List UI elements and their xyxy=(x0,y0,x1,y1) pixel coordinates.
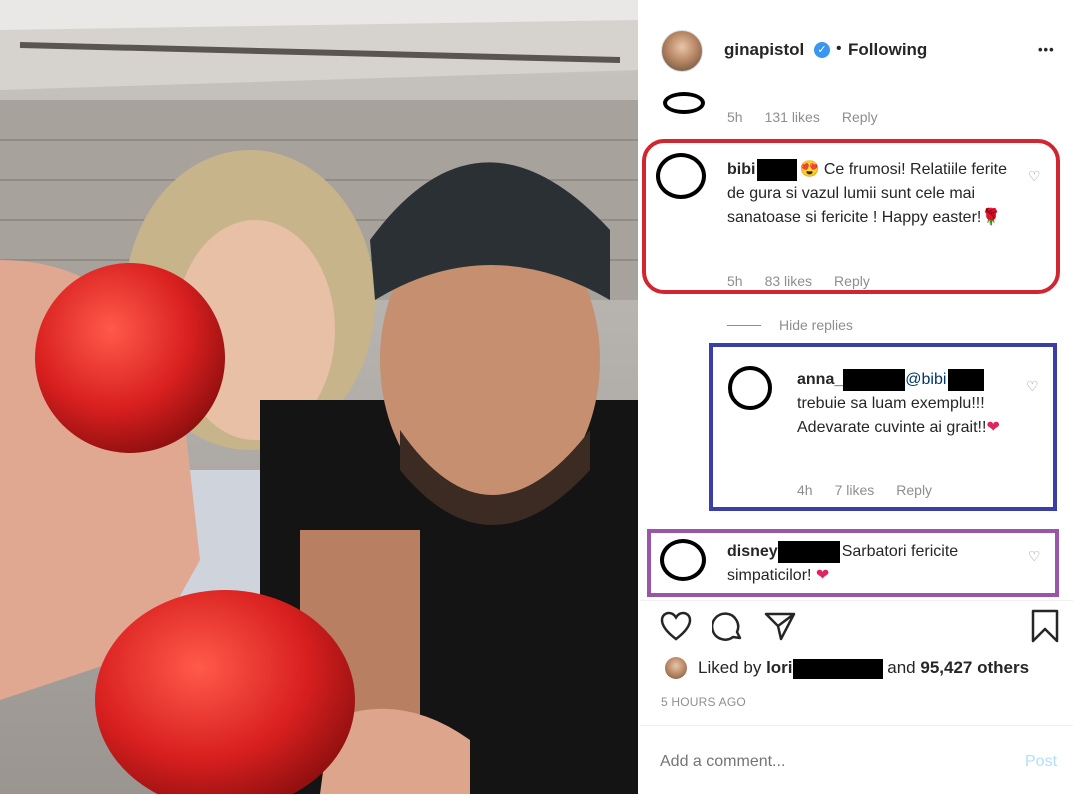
likes-prefix: Liked by xyxy=(698,658,762,677)
heart-emoji: ❤ xyxy=(815,567,830,584)
reply-avatar[interactable] xyxy=(728,366,772,410)
add-comment-input[interactable] xyxy=(660,750,990,774)
reply-button[interactable]: Reply xyxy=(842,109,878,125)
likes-count[interactable]: 95,427 others xyxy=(920,658,1029,677)
comment-time: 5h xyxy=(727,109,743,125)
likes-summary: Liked by lori and 95,427 others xyxy=(698,658,1029,679)
comment-body: disney Sarbatori fericite simpaticilor! ❤ xyxy=(727,540,997,588)
comments-panel: ginapistol ✓ • Following ••• 5h 131 likes… xyxy=(640,0,1073,794)
post-comment-button[interactable]: Post xyxy=(1025,753,1057,771)
header-separator: • xyxy=(836,40,842,57)
comment-body: bibi 😍 Ce frumosi! Relatiile ferite de gu… xyxy=(727,158,1007,230)
comment-meta: 5h 131 likes Reply xyxy=(727,109,900,125)
hide-replies-button[interactable]: Hide replies xyxy=(779,317,853,333)
redaction-bar xyxy=(792,658,883,679)
author-username[interactable]: ginapistol xyxy=(724,40,804,60)
more-options-icon[interactable]: ••• xyxy=(1038,42,1055,57)
post-photo[interactable] xyxy=(0,0,638,794)
verified-badge-icon: ✓ xyxy=(814,42,830,58)
reply-username[interactable]: anna_ xyxy=(797,371,843,388)
post-header: ginapistol ✓ • Following ••• xyxy=(640,0,1073,90)
comment-box: Post xyxy=(640,725,1073,795)
comment-likes[interactable]: 131 likes xyxy=(765,109,820,125)
hide-replies-divider xyxy=(727,325,761,326)
save-bookmark-icon[interactable] xyxy=(1030,609,1060,643)
commenter-avatar[interactable] xyxy=(656,153,706,199)
comment-meta: 5h 83 likes Reply xyxy=(727,273,892,289)
like-icon[interactable] xyxy=(660,611,692,641)
comment-emoji: 😍 xyxy=(799,161,820,178)
redaction-bar xyxy=(843,368,906,391)
reply-text: trebuie sa luam exemplu!!! Adevarate cuv… xyxy=(797,395,987,436)
like-comment-icon[interactable]: ♡ xyxy=(1028,168,1041,185)
like-comment-icon[interactable]: ♡ xyxy=(1026,378,1039,395)
reply-time: 4h xyxy=(797,482,813,498)
reply-likes[interactable]: 7 likes xyxy=(835,482,875,498)
liker-avatar[interactable] xyxy=(665,657,687,679)
redaction-bar xyxy=(777,540,840,563)
comment-icon[interactable] xyxy=(712,611,744,643)
commenter-avatar[interactable] xyxy=(660,539,706,581)
reply-button[interactable]: Reply xyxy=(896,482,932,498)
liker-username[interactable]: lori xyxy=(766,658,792,677)
reply-button[interactable]: Reply xyxy=(834,273,870,289)
comment-time: 5h xyxy=(727,273,743,289)
author-avatar[interactable] xyxy=(661,30,703,72)
heart-emoji: ❤ xyxy=(986,419,1000,436)
share-icon[interactable] xyxy=(764,611,796,641)
comment-likes[interactable]: 83 likes xyxy=(765,273,812,289)
comment-username[interactable]: bibi xyxy=(727,161,755,178)
post-timestamp[interactable]: 5 HOURS AGO xyxy=(661,695,746,709)
redaction-bar xyxy=(948,368,985,391)
reply-meta: 4h 7 likes Reply xyxy=(797,482,954,498)
comment-username[interactable]: disney xyxy=(727,543,778,560)
action-bar xyxy=(640,600,1073,651)
commenter-avatar-redacted xyxy=(663,92,705,114)
reply-body: anna_ @bibi trebuie sa luam exemplu!!! Ad… xyxy=(797,368,1012,440)
like-comment-icon[interactable]: ♡ xyxy=(1028,548,1041,565)
redaction-bar xyxy=(757,158,798,181)
likes-and: and xyxy=(887,658,916,677)
following-button[interactable]: Following xyxy=(848,40,927,60)
post-image xyxy=(0,0,638,794)
mention-link[interactable]: @bibi xyxy=(905,371,946,388)
